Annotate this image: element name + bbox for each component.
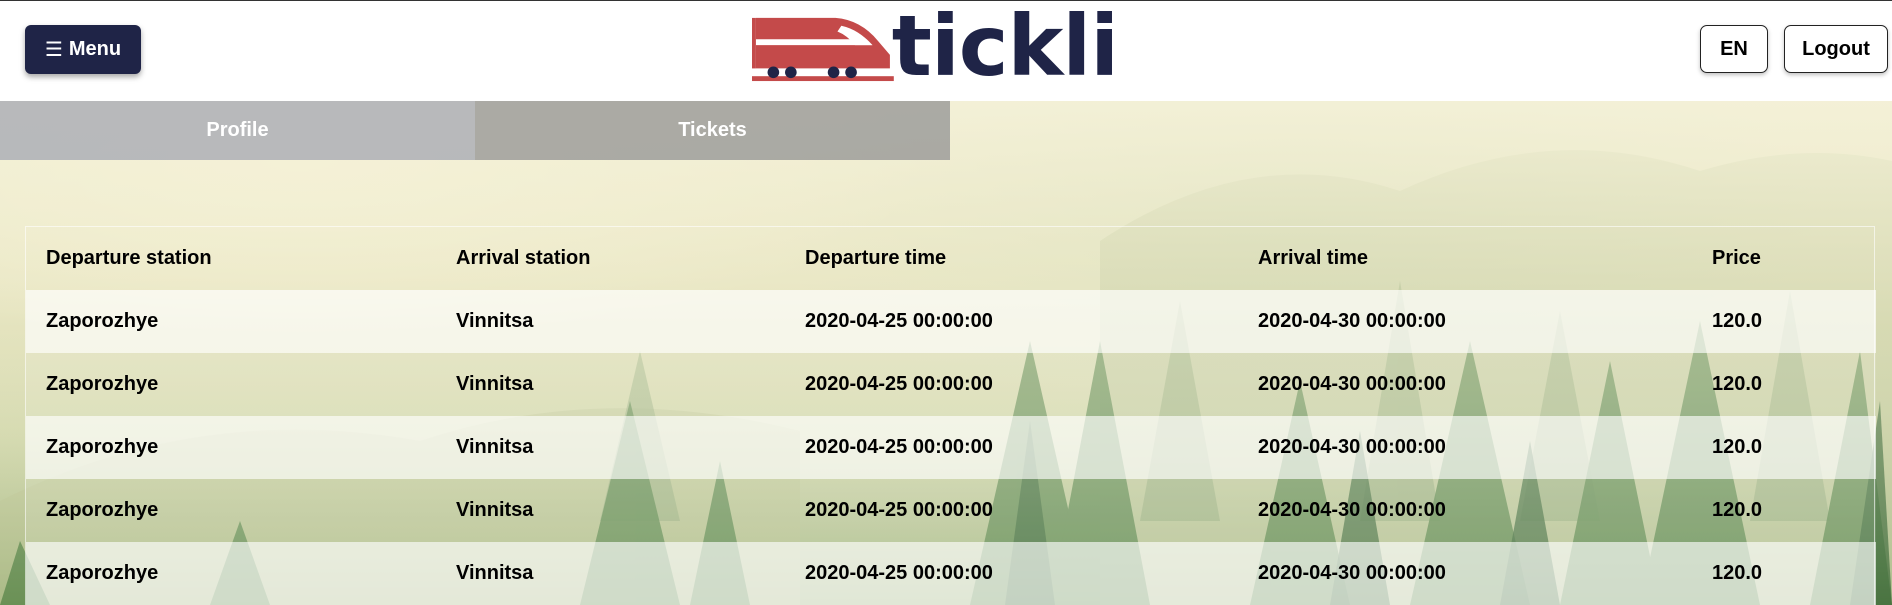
top-header: ☰ Menu tickli EN Logout — [0, 0, 1892, 101]
logout-button[interactable]: Logout — [1784, 25, 1888, 73]
cell-price: 120.0 — [1712, 310, 1763, 332]
cell-departure-station: Zaporozhye — [46, 499, 159, 521]
cell-arrival-station: Vinnitsa — [456, 373, 534, 395]
cell-arrival-time: 2020-04-30 00:00:00 — [1258, 373, 1446, 395]
table-row: Zaporozhye Vinnitsa 2020-04-25 00:00:00 … — [26, 542, 1876, 605]
logo-wordmark: tickli — [891, 0, 1119, 95]
column-header-departure-station: Departure station — [46, 247, 212, 269]
cell-departure-station: Zaporozhye — [46, 373, 159, 395]
cell-departure-time: 2020-04-25 00:00:00 — [805, 562, 993, 584]
cell-price: 120.0 — [1712, 373, 1763, 395]
cell-price: 120.0 — [1712, 436, 1763, 458]
cell-arrival-station: Vinnitsa — [456, 562, 534, 584]
cell-price: 120.0 — [1712, 499, 1763, 521]
column-header-price: Price — [1712, 247, 1761, 269]
table-row: Zaporozhye Vinnitsa 2020-04-25 00:00:00 … — [26, 479, 1876, 542]
cell-departure-time: 2020-04-25 00:00:00 — [805, 373, 993, 395]
tickets-table: Departure station Arrival station Depart… — [25, 226, 1876, 605]
cell-arrival-time: 2020-04-30 00:00:00 — [1258, 499, 1446, 521]
tab-profile[interactable]: Profile — [0, 101, 475, 160]
table-row: Zaporozhye Vinnitsa 2020-04-25 00:00:00 … — [26, 416, 1876, 479]
cell-arrival-station: Vinnitsa — [456, 310, 534, 332]
table-row: Zaporozhye Vinnitsa 2020-04-25 00:00:00 … — [26, 353, 1876, 416]
cell-departure-station: Zaporozhye — [46, 310, 159, 332]
table-header-row: Departure station Arrival station Depart… — [26, 227, 1876, 290]
cell-arrival-station: Vinnitsa — [456, 499, 534, 521]
menu-button[interactable]: ☰ Menu — [25, 25, 141, 74]
cell-price: 120.0 — [1712, 562, 1763, 584]
language-button[interactable]: EN — [1700, 25, 1768, 73]
cell-departure-time: 2020-04-25 00:00:00 — [805, 436, 993, 458]
cell-arrival-time: 2020-04-30 00:00:00 — [1258, 310, 1446, 332]
cell-departure-station: Zaporozhye — [46, 436, 159, 458]
hamburger-icon: ☰ — [44, 39, 63, 61]
cell-departure-station: Zaporozhye — [46, 562, 159, 584]
cell-arrival-station: Vinnitsa — [456, 436, 534, 458]
column-header-departure-time: Departure time — [805, 247, 947, 269]
menu-button-label: Menu — [68, 38, 122, 60]
tickli-logo[interactable]: tickli — [752, 0, 1119, 95]
cell-arrival-time: 2020-04-30 00:00:00 — [1258, 436, 1446, 458]
cell-arrival-time: 2020-04-30 00:00:00 — [1258, 562, 1446, 584]
column-header-arrival-station: Arrival station — [456, 247, 591, 269]
cell-departure-time: 2020-04-25 00:00:00 — [805, 499, 993, 521]
table-row: Zaporozhye Vinnitsa 2020-04-25 00:00:00 … — [26, 290, 1876, 353]
cell-departure-time: 2020-04-25 00:00:00 — [805, 310, 993, 332]
profile-tabs: Profile Tickets — [0, 101, 950, 160]
train-logo-icon — [752, 17, 894, 82]
column-header-arrival-time: Arrival time — [1258, 247, 1369, 269]
tab-tickets[interactable]: Tickets — [475, 101, 950, 160]
